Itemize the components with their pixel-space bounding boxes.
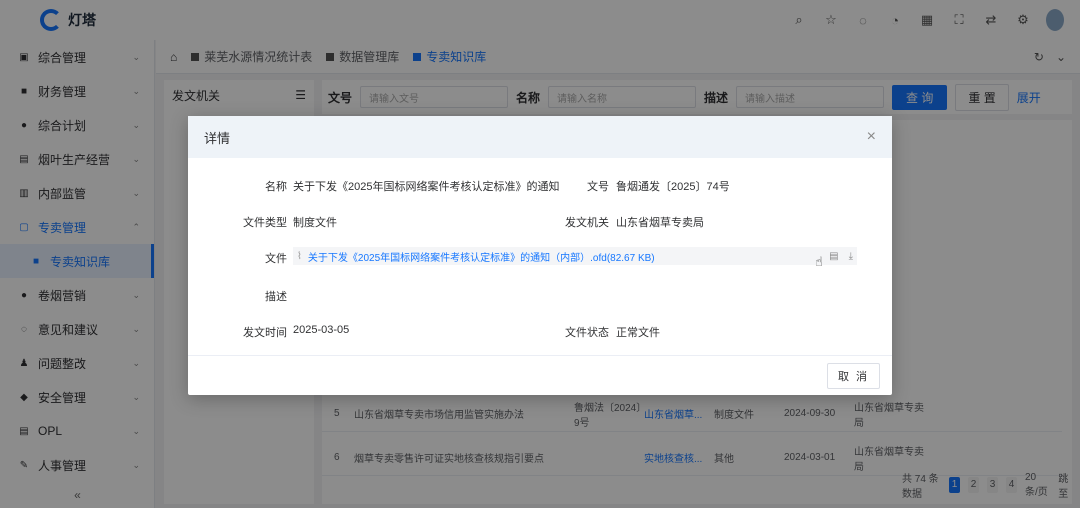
cancel-button[interactable]: 取 消	[826, 362, 880, 389]
issuer-value: 山东省烟草专卖局	[616, 217, 704, 229]
dialog-title: 详情	[204, 130, 231, 146]
issuer-label: 发文机关	[565, 217, 609, 229]
name-value: 关于下发《2025年国标网络案件考核认定标准》的通知	[293, 181, 560, 193]
hand-cursor-icon: ☝	[815, 254, 823, 269]
paperclip-icon: ⌇	[297, 250, 302, 262]
status-label: 文件状态	[565, 327, 609, 339]
date-label: 发文时间	[243, 327, 287, 339]
file-attachment: ⌇ 关于下发《2025年国标网络案件考核认定标准》的通知（内部）.ofd(82.…	[293, 247, 857, 265]
dialog-header: 详情 ×	[188, 116, 892, 158]
detail-dialog: 详情 × 名称 关于下发《2025年国标网络案件考核认定标准》的通知 文号 鲁烟…	[188, 116, 892, 395]
file-label: 文件	[265, 253, 287, 265]
docno-value: 鲁烟通发〔2025〕74号	[616, 181, 730, 193]
status-value: 正常文件	[616, 327, 660, 339]
close-icon[interactable]: ×	[867, 128, 876, 146]
file-link[interactable]: 关于下发《2025年国标网络案件考核认定标准》的通知（内部）.ofd(82.67…	[308, 249, 655, 264]
download-icon[interactable]: ⤓	[849, 251, 853, 262]
type-label: 文件类型	[243, 217, 287, 229]
name-label: 名称	[265, 181, 287, 193]
dialog-footer: 取 消	[188, 355, 892, 395]
preview-icon[interactable]: ▤	[829, 251, 838, 262]
date-value: 2025-03-05	[293, 324, 350, 336]
app-root: 灯塔 ⌕ ☆ ◌ ◔ ▦ ⛶ ⇄ ⚙ ▣ 综合管理 ⌄ ■ 财务管理 ⌄ ● 综合计划 ⌄ …	[0, 0, 1080, 508]
dialog-body: 名称 关于下发《2025年国标网络案件考核认定标准》的通知 文号 鲁烟通发〔20…	[188, 158, 892, 355]
docno-label: 文号	[587, 181, 609, 193]
desc-label: 描述	[265, 291, 287, 303]
type-value: 制度文件	[293, 217, 337, 229]
